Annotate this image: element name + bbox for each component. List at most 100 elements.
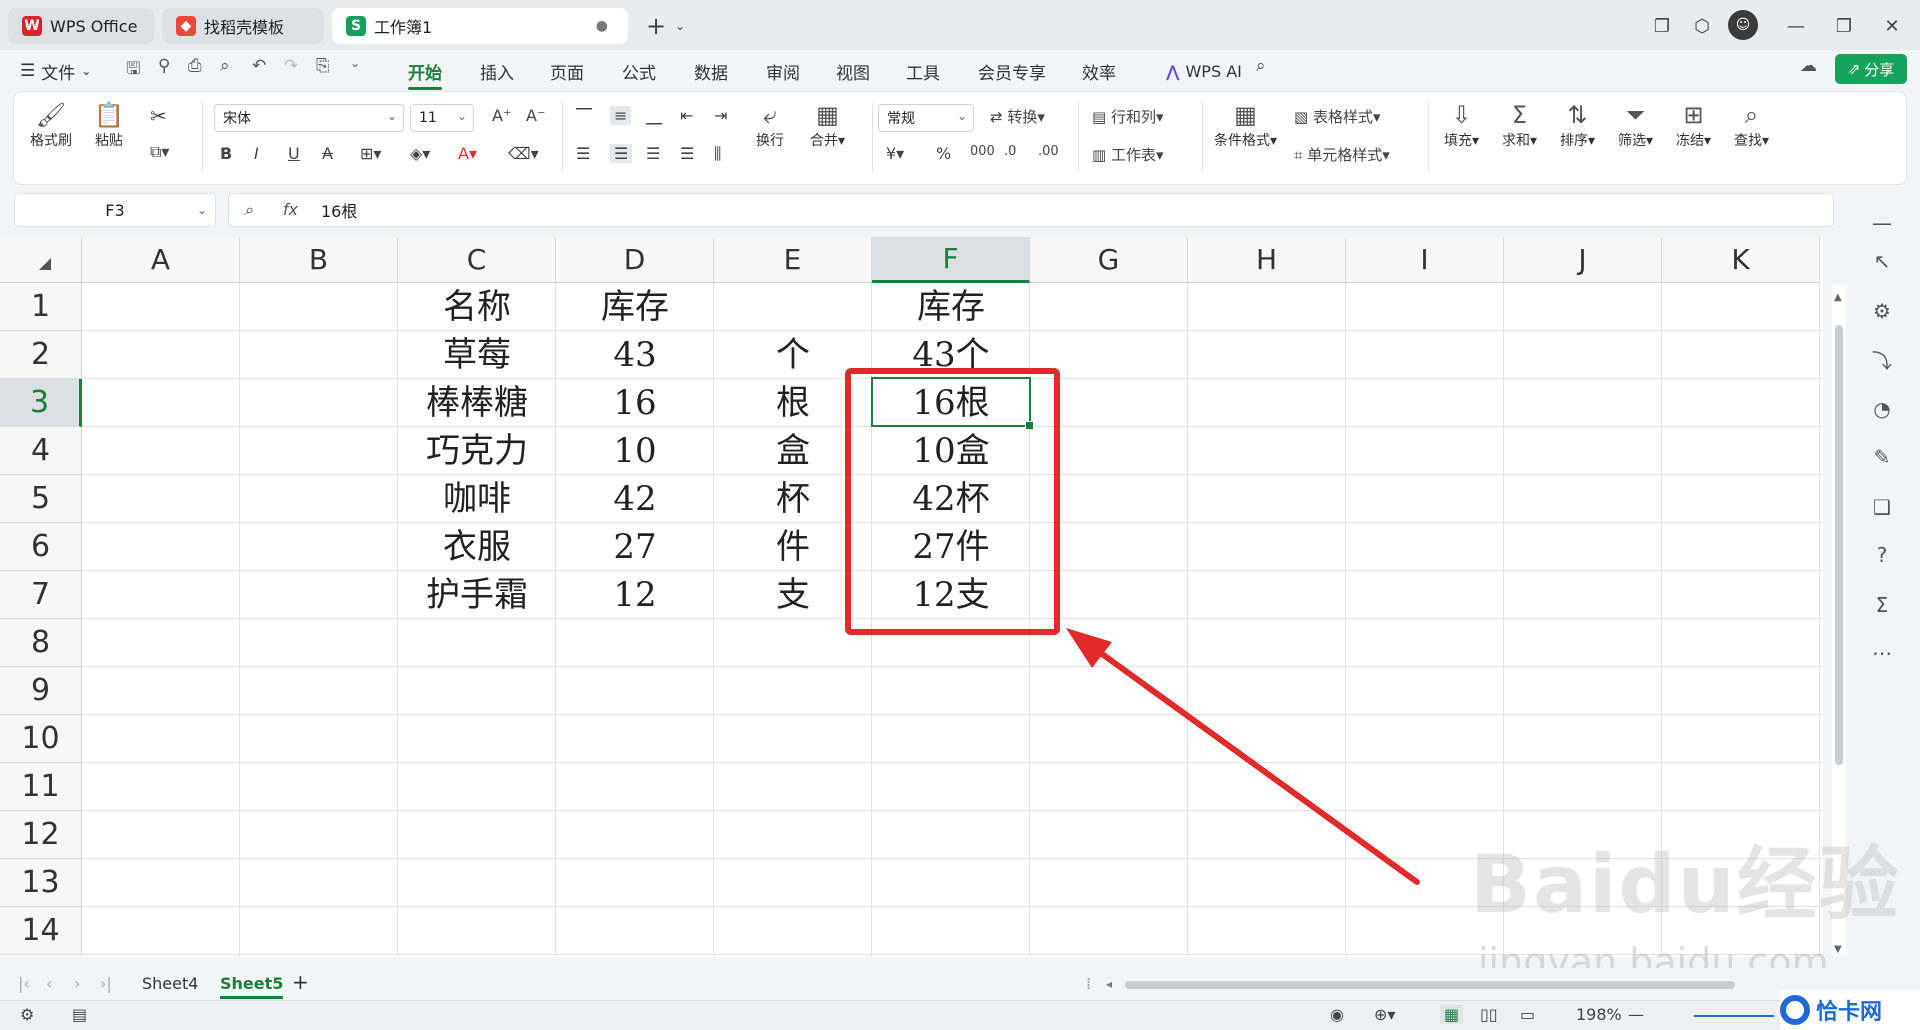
column-header-j[interactable]: J [1504, 237, 1662, 283]
strikethrough-icon[interactable]: A [322, 144, 333, 163]
cloud-upload-icon[interactable]: ☁ [1800, 56, 1817, 76]
page-layout-icon[interactable]: ▯▯ [1480, 1005, 1498, 1024]
row-header-6[interactable]: 6 [0, 523, 82, 571]
align-right-icon[interactable]: ☰ [646, 144, 660, 163]
italic-icon[interactable]: I [254, 144, 259, 163]
thousands-icon[interactable]: 000 [970, 144, 995, 159]
underline-icon[interactable]: U [288, 144, 300, 163]
ribbon-tab[interactable]: 效率 [1082, 58, 1116, 84]
decrease-font-icon[interactable]: A⁻ [526, 106, 545, 125]
cell-d2[interactable]: 43 [556, 331, 714, 379]
cell-f1[interactable]: 库存 [872, 283, 1030, 331]
sheet-tab-sheet4[interactable]: Sheet4 [142, 974, 198, 993]
chart-icon[interactable]: ◔ [1866, 393, 1898, 425]
cell-c6[interactable]: 衣服 [398, 523, 556, 571]
wps-ai-button[interactable]: ⋀ WPS AI [1166, 58, 1242, 84]
share-button[interactable]: ⇗ 分享 [1835, 54, 1907, 84]
row-header-9[interactable]: 9 [0, 667, 82, 715]
vertical-scroll-thumb[interactable] [1835, 325, 1843, 765]
paste-button[interactable]: 📋 粘贴 [94, 100, 124, 150]
collapse-icon[interactable]: — [1866, 207, 1898, 239]
macro-icon[interactable]: ⚙ [20, 1005, 34, 1024]
cell-d4[interactable]: 10 [556, 427, 714, 475]
ribbon-tab[interactable]: 会员专享 [978, 58, 1046, 84]
fill-button[interactable]: ⇩ 填充▾ [1444, 100, 1479, 150]
align-top-icon[interactable]: ⎺ [576, 106, 592, 126]
merge-button[interactable]: ▦ 合并▾ [810, 100, 845, 150]
zoom-icon[interactable]: ⌕ [244, 200, 253, 220]
decimal-increase-icon[interactable]: .0 [1004, 144, 1016, 159]
freeze-button[interactable]: ⊞ 冻结▾ [1676, 100, 1711, 150]
cell-c4[interactable]: 巧克力 [398, 427, 556, 475]
page-break-icon[interactable]: ▭ [1520, 1005, 1535, 1024]
transform-icon[interactable]: ⤵ [1866, 343, 1898, 375]
export-icon[interactable]: ⎘ [316, 56, 330, 76]
cell-c5[interactable]: 咖啡 [398, 475, 556, 523]
normal-view-icon[interactable]: ▦ [1440, 1005, 1464, 1024]
tab-workbook1[interactable]: S 工作簿1 ● [332, 8, 628, 44]
align-bottom-icon[interactable]: ⎽ [646, 106, 662, 126]
ribbon-tab[interactable]: 公式 [622, 58, 656, 84]
row-header-8[interactable]: 8 [0, 619, 82, 667]
cell-d1[interactable]: 库存 [556, 283, 714, 331]
cell-e1[interactable] [714, 283, 872, 331]
chevron-down-icon[interactable]: ⌄ [350, 56, 360, 70]
undo-icon[interactable]: ↶ [252, 56, 266, 76]
cell-d3[interactable]: 16 [556, 379, 714, 427]
clear-icon[interactable]: ⌫▾ [508, 144, 539, 163]
find-button[interactable]: ⌕ 查找▾ [1734, 100, 1769, 150]
cell-d5[interactable]: 42 [556, 475, 714, 523]
tab-docer-templates[interactable]: ◆ 找稻壳模板 [162, 8, 324, 44]
sheet-tab-sheet5[interactable]: Sheet5 [220, 974, 284, 999]
indent-decrease-icon[interactable]: ⇤ [680, 106, 693, 125]
cell-style-button[interactable]: ⌗ 单元格样式 ▾ [1294, 144, 1390, 165]
cell-c7[interactable]: 护手霜 [398, 571, 556, 619]
justify-icon[interactable]: ☰ [680, 144, 694, 163]
column-header-a[interactable]: A [82, 237, 240, 283]
sum-button[interactable]: Σ 求和▾ [1502, 100, 1537, 150]
cut-icon[interactable]: ✂ [150, 104, 167, 128]
decimal-decrease-icon[interactable]: .00 [1038, 144, 1059, 159]
convert-button[interactable]: ⇄ 转换 ▾ [990, 106, 1045, 127]
font-color-icon[interactable]: A▾ [458, 144, 477, 163]
search-icon[interactable]: ⌕ [1256, 56, 1266, 76]
row-header-11[interactable]: 11 [0, 763, 82, 811]
wrap-text-button[interactable]: ⤶ 换行 [756, 100, 784, 150]
row-header-10[interactable]: 10 [0, 715, 82, 763]
column-header-g[interactable]: G [1030, 237, 1188, 283]
cube-icon[interactable]: ⬡ [1686, 10, 1718, 42]
number-format-select[interactable]: 常规 ⌄ [878, 104, 974, 132]
font-name-select[interactable]: 宋体 ⌄ [214, 104, 404, 132]
redo-icon[interactable]: ↷ [284, 56, 298, 76]
column-header-k[interactable]: K [1662, 237, 1820, 283]
cell-c2[interactable]: 草莓 [398, 331, 556, 379]
ribbon-tab[interactable]: 审阅 [766, 58, 800, 84]
name-box[interactable]: F3 ⌄ [14, 193, 216, 227]
formula-sigma-icon[interactable]: Σ [1866, 589, 1898, 621]
cell-c3[interactable]: 棒棒糖 [398, 379, 556, 427]
column-header-d[interactable]: D [556, 237, 714, 283]
scroll-left-icon[interactable]: ◂ [1106, 977, 1112, 991]
column-header-e[interactable]: E [714, 237, 872, 283]
ribbon-tab[interactable]: 页面 [550, 58, 584, 84]
zoom-slider[interactable] [1694, 1015, 1774, 1017]
next-sheet-icon[interactable]: › [74, 974, 80, 993]
zoom-level[interactable]: 198% [1576, 1005, 1622, 1024]
row-header-2[interactable]: 2 [0, 331, 82, 379]
maximize-icon[interactable]: ❐ [1828, 10, 1860, 42]
filter-button[interactable]: ⏷ 筛选▾ [1618, 100, 1653, 150]
chevron-down-icon[interactable]: ⌄ [664, 10, 696, 42]
file-menu[interactable]: ☰ 文件 ⌄ [20, 58, 91, 84]
align-center-icon[interactable]: ☰ [610, 144, 633, 163]
cell-mode-icon[interactable]: ▤ [72, 1005, 87, 1024]
eye-icon[interactable]: ◉ [1330, 1005, 1344, 1024]
increase-font-icon[interactable]: A⁺ [492, 106, 511, 125]
currency-icon[interactable]: ¥▾ [886, 144, 904, 163]
more-icon[interactable]: ⋯ [1866, 637, 1898, 669]
align-left-icon[interactable]: ☰ [576, 144, 590, 163]
cell-d7[interactable]: 12 [556, 571, 714, 619]
avatar[interactable]: ☺ [1728, 10, 1758, 40]
row-col-button[interactable]: ▤ 行和列 ▾ [1092, 106, 1164, 127]
distribute-icon[interactable]: ⫼ [714, 144, 721, 164]
formula-bar[interactable]: ⌕ fx 16根 [228, 193, 1834, 227]
